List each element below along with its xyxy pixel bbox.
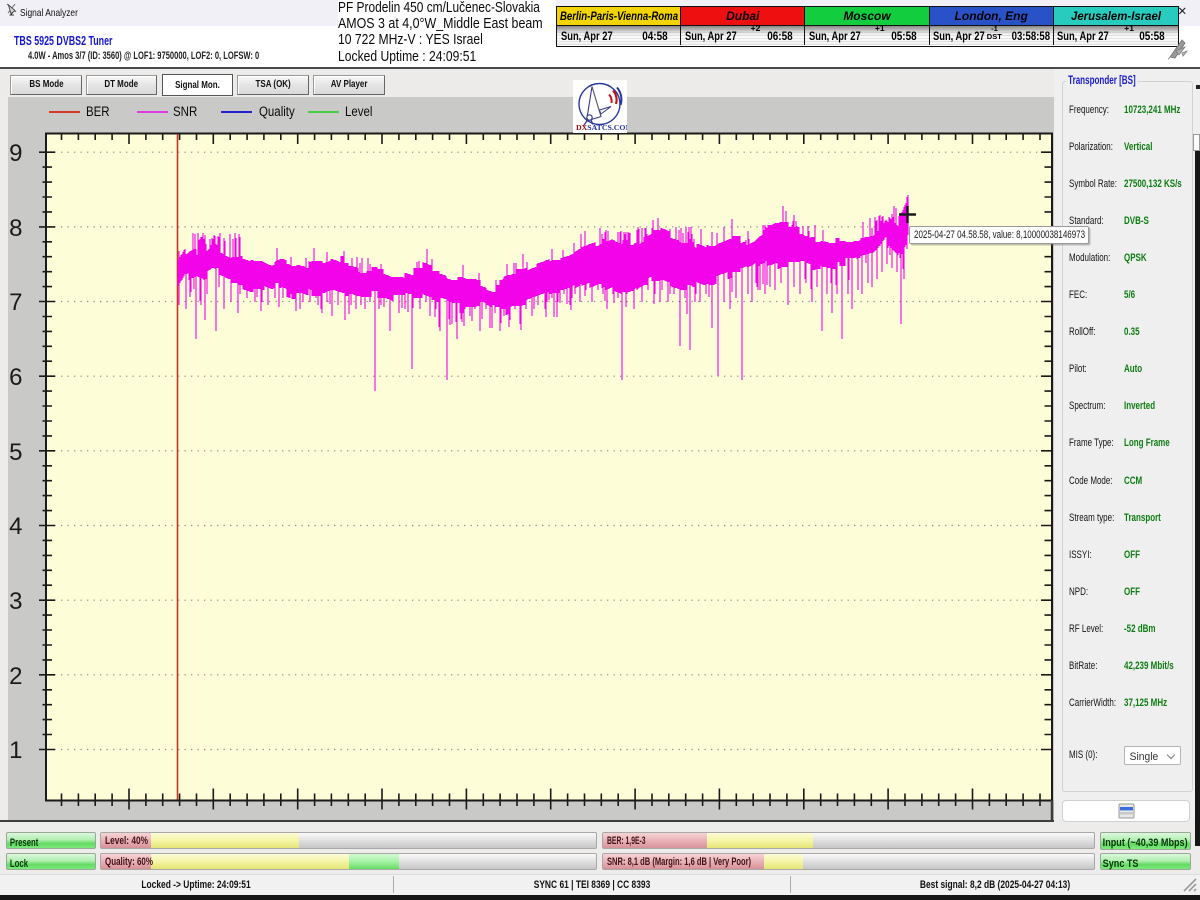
- svg-text:6: 6: [9, 364, 22, 391]
- svg-text:5: 5: [9, 439, 22, 466]
- svg-text:2: 2: [9, 663, 22, 690]
- svg-text:7: 7: [9, 289, 22, 316]
- svg-text:8: 8: [9, 215, 22, 242]
- svg-text:1: 1: [9, 737, 22, 764]
- svg-text:4: 4: [9, 513, 22, 540]
- svg-text:9: 9: [9, 140, 22, 167]
- svg-text:3: 3: [9, 588, 22, 615]
- svg-text:DXSATCS.COM: DXSATCS.COM: [576, 123, 627, 132]
